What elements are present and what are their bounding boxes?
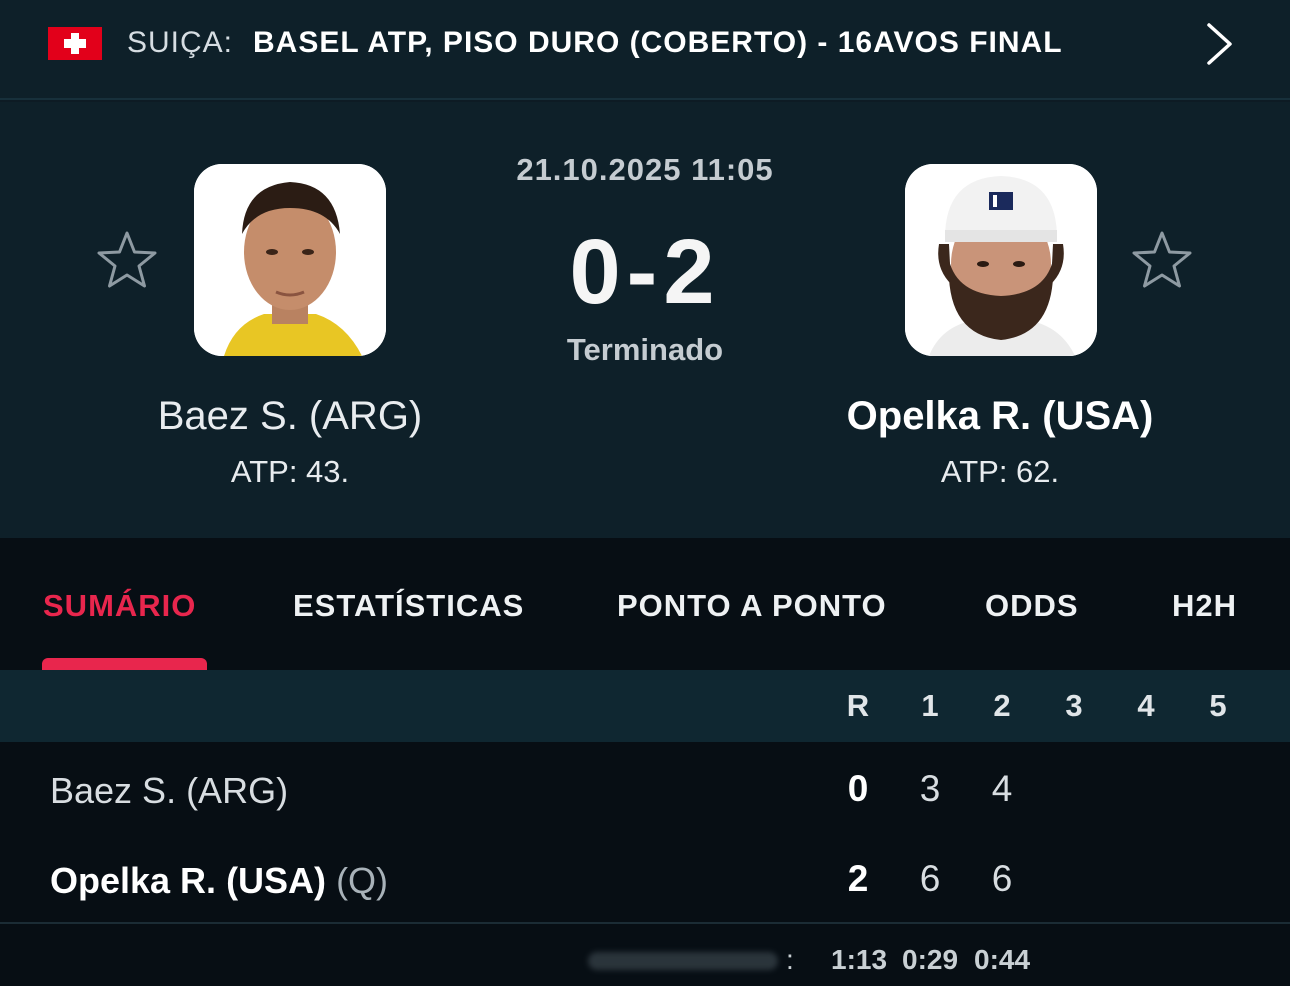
qualifier-badge: (Q): [336, 860, 389, 901]
row-total: 0: [847, 768, 869, 809]
column-header-set-2: 2: [993, 688, 1011, 723]
player-avatar-away[interactable]: [905, 164, 1097, 356]
duration-set-1: 0:29: [902, 944, 959, 975]
match-tabs: SUMÁRIO ESTATÍSTICAS PONTO A PONTO ODDS …: [0, 538, 1290, 670]
divider: [0, 922, 1290, 924]
chevron-right-icon[interactable]: [1200, 22, 1240, 66]
column-header-set-4: 4: [1137, 688, 1155, 723]
row-set-1: 6: [919, 858, 941, 899]
match-datetime: 21.10.2025 11:05: [516, 152, 774, 187]
tab-summary[interactable]: SUMÁRIO: [43, 588, 196, 624]
swiss-flag-icon: [48, 27, 102, 60]
tab-point-by-point[interactable]: PONTO A PONTO: [617, 588, 887, 624]
player-rank-away: ATP: 62.: [940, 454, 1060, 489]
match-header: 21.10.2025 11:05 0-2 Terminado Baez S. (…: [0, 102, 1290, 538]
active-tab-indicator: [42, 658, 207, 670]
row-set-1: 3: [919, 768, 941, 809]
table-row[interactable]: Baez S. (ARG) 0 3 4: [0, 742, 1290, 832]
tournament-title[interactable]: BASEL ATP, PISO DURO (COBERTO) - 16AVOS …: [253, 26, 1063, 60]
column-header-set-3: 3: [1065, 688, 1083, 723]
tab-h2h[interactable]: H2H: [1172, 588, 1237, 624]
column-header-set-5: 5: [1209, 688, 1227, 723]
row-set-2: 4: [991, 768, 1013, 809]
match-status: Terminado: [566, 332, 724, 367]
score-table: Baez S. (ARG) 0 3 4 Opelka R. (USA) (Q) …: [0, 742, 1290, 986]
player-name-away[interactable]: Opelka R. (USA): [760, 394, 1240, 439]
country-label: SUIÇA:: [127, 26, 234, 59]
favorite-star-icon[interactable]: [1130, 228, 1194, 292]
column-header-set-1: 1: [921, 688, 939, 723]
row-player-name: Opelka R. (USA) (Q): [50, 860, 389, 901]
duration-set-2: 0:44: [974, 944, 1031, 975]
tab-odds[interactable]: ODDS: [985, 588, 1079, 624]
duration-total: 1:13: [831, 944, 888, 975]
player-rank-home: ATP: 43.: [230, 454, 350, 489]
competition-header[interactable]: SUIÇA: BASEL ATP, PISO DURO (COBERTO) - …: [0, 0, 1290, 100]
player-name-home[interactable]: Baez S. (ARG): [50, 394, 530, 439]
column-header-result: R: [846, 688, 870, 723]
row-total: 2: [847, 858, 869, 899]
table-row[interactable]: Opelka R. (USA) (Q) 2 6 6: [0, 832, 1290, 922]
duration-label: :: [588, 944, 798, 976]
row-player-name: Baez S. (ARG): [50, 770, 289, 811]
tab-statistics[interactable]: ESTATÍSTICAS: [293, 588, 524, 624]
row-set-2: 6: [991, 858, 1013, 899]
score-table-header: R 1 2 3 4 5: [0, 670, 1290, 742]
